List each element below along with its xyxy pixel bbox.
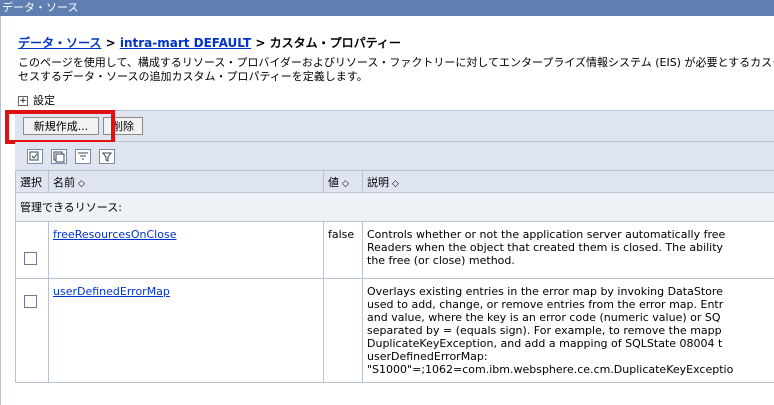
- select-cell: [15, 278, 49, 383]
- properties-table: 選択 名前 ◇ 値 ◇ 説明 ◇ 管理できるリソース: freeResourcesOn…: [15, 170, 774, 383]
- icon-toolbar: [15, 142, 774, 171]
- settings-label: 設定: [33, 94, 55, 107]
- description-line: DuplicateKeyException, and add a mapping…: [367, 337, 723, 350]
- column-desc-label: 説明: [367, 175, 389, 189]
- breadcrumb-current: カスタム・プロパティー: [269, 36, 401, 50]
- deselect-all-icon[interactable]: [51, 149, 67, 164]
- section-row: 管理できるリソース:: [15, 192, 774, 222]
- table-row: freeResourcesOnClose false Controls whet…: [15, 221, 774, 279]
- description-line: and value, where the key is an error cod…: [367, 311, 721, 324]
- settings-toggle[interactable]: + 設定: [18, 92, 55, 108]
- sort-icon[interactable]: ◇: [78, 179, 85, 189]
- property-name-link[interactable]: userDefinedErrorMap: [53, 285, 170, 298]
- value-cell: [323, 278, 363, 383]
- name-cell: userDefinedErrorMap: [48, 278, 324, 383]
- column-name[interactable]: 名前 ◇: [48, 170, 324, 193]
- new-button-highlight: [5, 110, 115, 144]
- select-all-icon[interactable]: [27, 149, 43, 164]
- description-line: Overlays existing entries in the error m…: [367, 285, 723, 298]
- description-line: Readers when the object that created the…: [367, 241, 724, 254]
- breadcrumb-separator: >: [101, 36, 120, 50]
- sort-icon[interactable]: ◇: [392, 179, 399, 189]
- description-cell: Controls whether or not the application …: [362, 221, 774, 279]
- page-description: このページを使用して、構成するリソース・プロバイダーおよびリソース・ファクトリー…: [18, 56, 774, 84]
- column-value-label: 値: [328, 175, 339, 189]
- column-value[interactable]: 値 ◇: [323, 170, 363, 193]
- column-name-label: 名前: [53, 175, 75, 189]
- table-header-row: 選択 名前 ◇ 値 ◇ 説明 ◇: [15, 170, 774, 193]
- clear-filter-icon[interactable]: [99, 149, 115, 164]
- description-line-1: このページを使用して、構成するリソース・プロバイダーおよびリソース・ファクトリー…: [18, 56, 774, 69]
- breadcrumb: データ・ソース > intra-mart DEFAULT > カスタム・プロパテ…: [18, 34, 401, 51]
- description-line: userDefinedErrorMap:: [367, 350, 488, 363]
- breadcrumb-separator: >: [251, 36, 270, 50]
- name-cell: freeResourcesOnClose: [48, 221, 324, 279]
- row-checkbox[interactable]: [24, 295, 37, 308]
- action-toolbar: 新規作成... 削除: [15, 110, 774, 142]
- section-label: 管理できるリソース:: [15, 192, 774, 222]
- content-frame: データ・ソース > intra-mart DEFAULT > カスタム・プロパテ…: [0, 16, 774, 405]
- sort-icon[interactable]: ◇: [342, 179, 349, 189]
- property-name-link[interactable]: freeResourcesOnClose: [53, 228, 176, 241]
- description-line: "S1000"=;1062=com.ibm.websphere.ce.cm.Du…: [367, 363, 734, 376]
- select-cell: [15, 221, 49, 279]
- description-line: the free (or close) method.: [367, 254, 515, 267]
- value-cell: false: [323, 221, 363, 279]
- description-cell: Overlays existing entries in the error m…: [362, 278, 774, 383]
- filter-icon[interactable]: [75, 149, 91, 164]
- window-title: データ・ソース: [0, 0, 774, 16]
- breadcrumb-intramart-link[interactable]: intra-mart DEFAULT: [120, 36, 251, 50]
- breadcrumb-datasource-link[interactable]: データ・ソース: [18, 36, 101, 50]
- description-line: Controls whether or not the application …: [367, 228, 726, 241]
- column-select: 選択: [15, 170, 49, 193]
- table-row: userDefinedErrorMap Overlays existing en…: [15, 278, 774, 383]
- description-line-2: セスするデータ・ソースの追加カスタム・プロパティーを定義します。: [18, 70, 368, 83]
- column-description[interactable]: 説明 ◇: [362, 170, 774, 193]
- row-checkbox[interactable]: [24, 252, 37, 265]
- expand-icon: +: [18, 96, 28, 106]
- description-line: used to add, change, or remove entries f…: [367, 298, 724, 311]
- description-line: separated by = (equals sign). For exampl…: [367, 324, 722, 337]
